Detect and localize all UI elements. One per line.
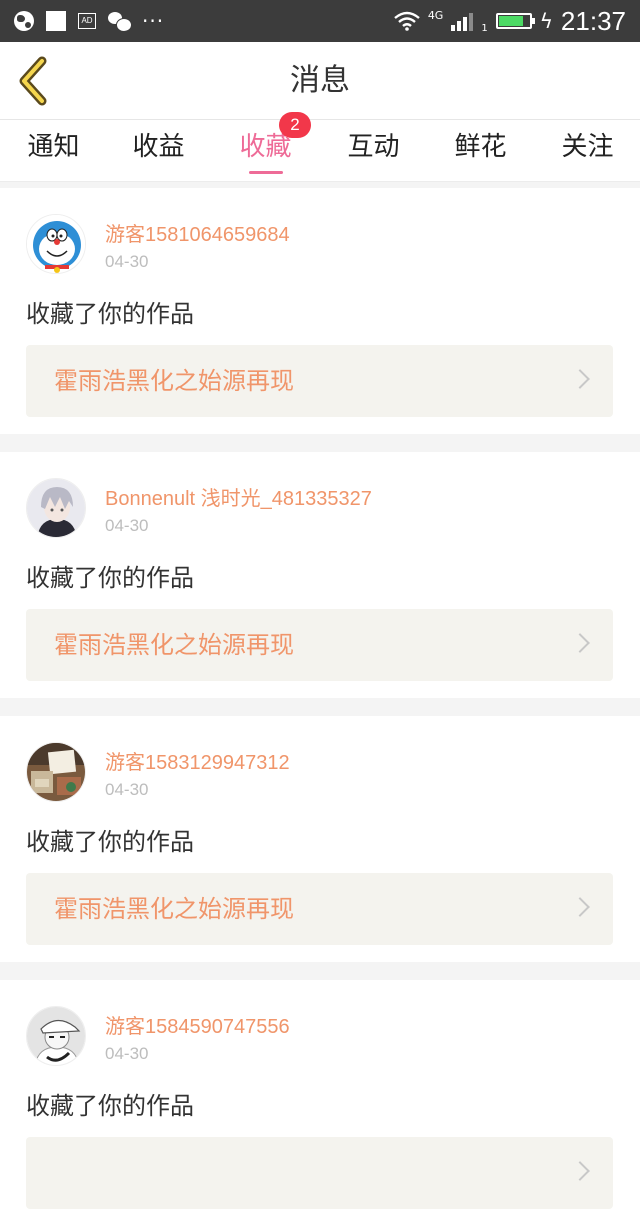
work-link[interactable]: 霍雨浩黑化之始源再现 [26,609,613,681]
wechat-icon [108,12,132,32]
tab-follows[interactable]: 关注 [534,120,640,182]
work-link[interactable]: 霍雨浩黑化之始源再现 [26,345,613,417]
battery-icon [495,13,535,29]
action-text: 收藏了你的作品 [26,828,194,856]
network-type-label: 4G [427,8,444,22]
unread-badge: 2 [279,112,311,138]
action-text: 收藏了你的作品 [26,564,194,592]
tab-label: 鲜花 [454,132,507,162]
chevron-right-icon [570,897,590,917]
wifi-icon [394,11,420,31]
message-date: 04-30 [105,780,149,799]
message-card: 游客1584590747556 04-30 收藏了你的作品 [0,980,640,1226]
chevron-right-icon [570,1161,590,1181]
tab-label: 通知 [27,132,80,162]
tab-interactions[interactable]: 互动 [320,120,427,182]
message-tabs: 通知 收益 收藏 2 互动 鲜花 关注 [0,112,640,182]
action-text: 收藏了你的作品 [26,300,194,328]
anime-boy-avatar-icon[interactable] [26,478,86,538]
photo-avatar-icon[interactable] [26,742,86,802]
more-notifications-icon: ··· [142,9,165,33]
username[interactable]: 游客1581064659684 [105,218,290,247]
username[interactable]: Bonnenult 浅时光_481335327 [105,482,372,511]
username[interactable]: 游客1584590747556 [105,1010,290,1039]
ad-icon: AD [78,13,96,29]
square-notification-icon [46,11,66,31]
action-text: 收藏了你的作品 [26,1092,194,1120]
clock-time: 21:37 [560,5,626,36]
battery-level-fill [498,16,523,26]
charging-icon: ϟ [539,9,553,33]
tab-label: 收藏 [239,132,292,162]
tab-label: 互动 [347,132,400,162]
doraemon-avatar-icon[interactable] [26,214,86,274]
work-link[interactable]: 霍雨浩黑化之始源再现 [26,873,613,945]
work-title: 霍雨浩黑化之始源再现 [54,367,294,395]
active-tab-indicator [248,171,283,174]
message-date: 04-30 [105,252,149,271]
tab-flowers[interactable]: 鲜花 [427,120,534,182]
work-title: 霍雨浩黑化之始源再现 [54,895,294,923]
chevron-right-icon [570,633,590,653]
message-card: 游客1583129947312 04-30 收藏了你的作品 霍雨浩黑化之始源再现 [0,716,640,962]
sim-slot-label: 1 [481,23,488,34]
status-bar: AD ··· 4G 1 ϟ 21:37 [0,0,640,42]
message-card: 游客1581064659684 04-30 收藏了你的作品 霍雨浩黑化之始源再现 [0,188,640,434]
work-title: 霍雨浩黑化之始源再现 [54,631,294,659]
tab-label: 收益 [132,132,185,162]
work-link[interactable] [26,1137,613,1209]
message-card: Bonnenult 浅时光_481335327 04-30 收藏了你的作品 霍雨… [0,452,640,698]
tab-notifications[interactable]: 通知 [0,120,107,182]
tab-label: 关注 [561,132,614,162]
signal-icon [451,11,474,31]
tab-earnings[interactable]: 收益 [105,120,212,182]
username[interactable]: 游客1583129947312 [105,746,290,775]
cap-person-avatar-icon[interactable] [26,1006,86,1066]
header-bar: 消息 [0,42,640,120]
message-date: 04-30 [105,1044,149,1063]
message-date: 04-30 [105,516,149,535]
chevron-right-icon [570,369,590,389]
globe-icon [14,11,34,31]
page-title: 消息 [290,63,350,98]
tab-favorites[interactable]: 收藏 2 [212,112,319,182]
